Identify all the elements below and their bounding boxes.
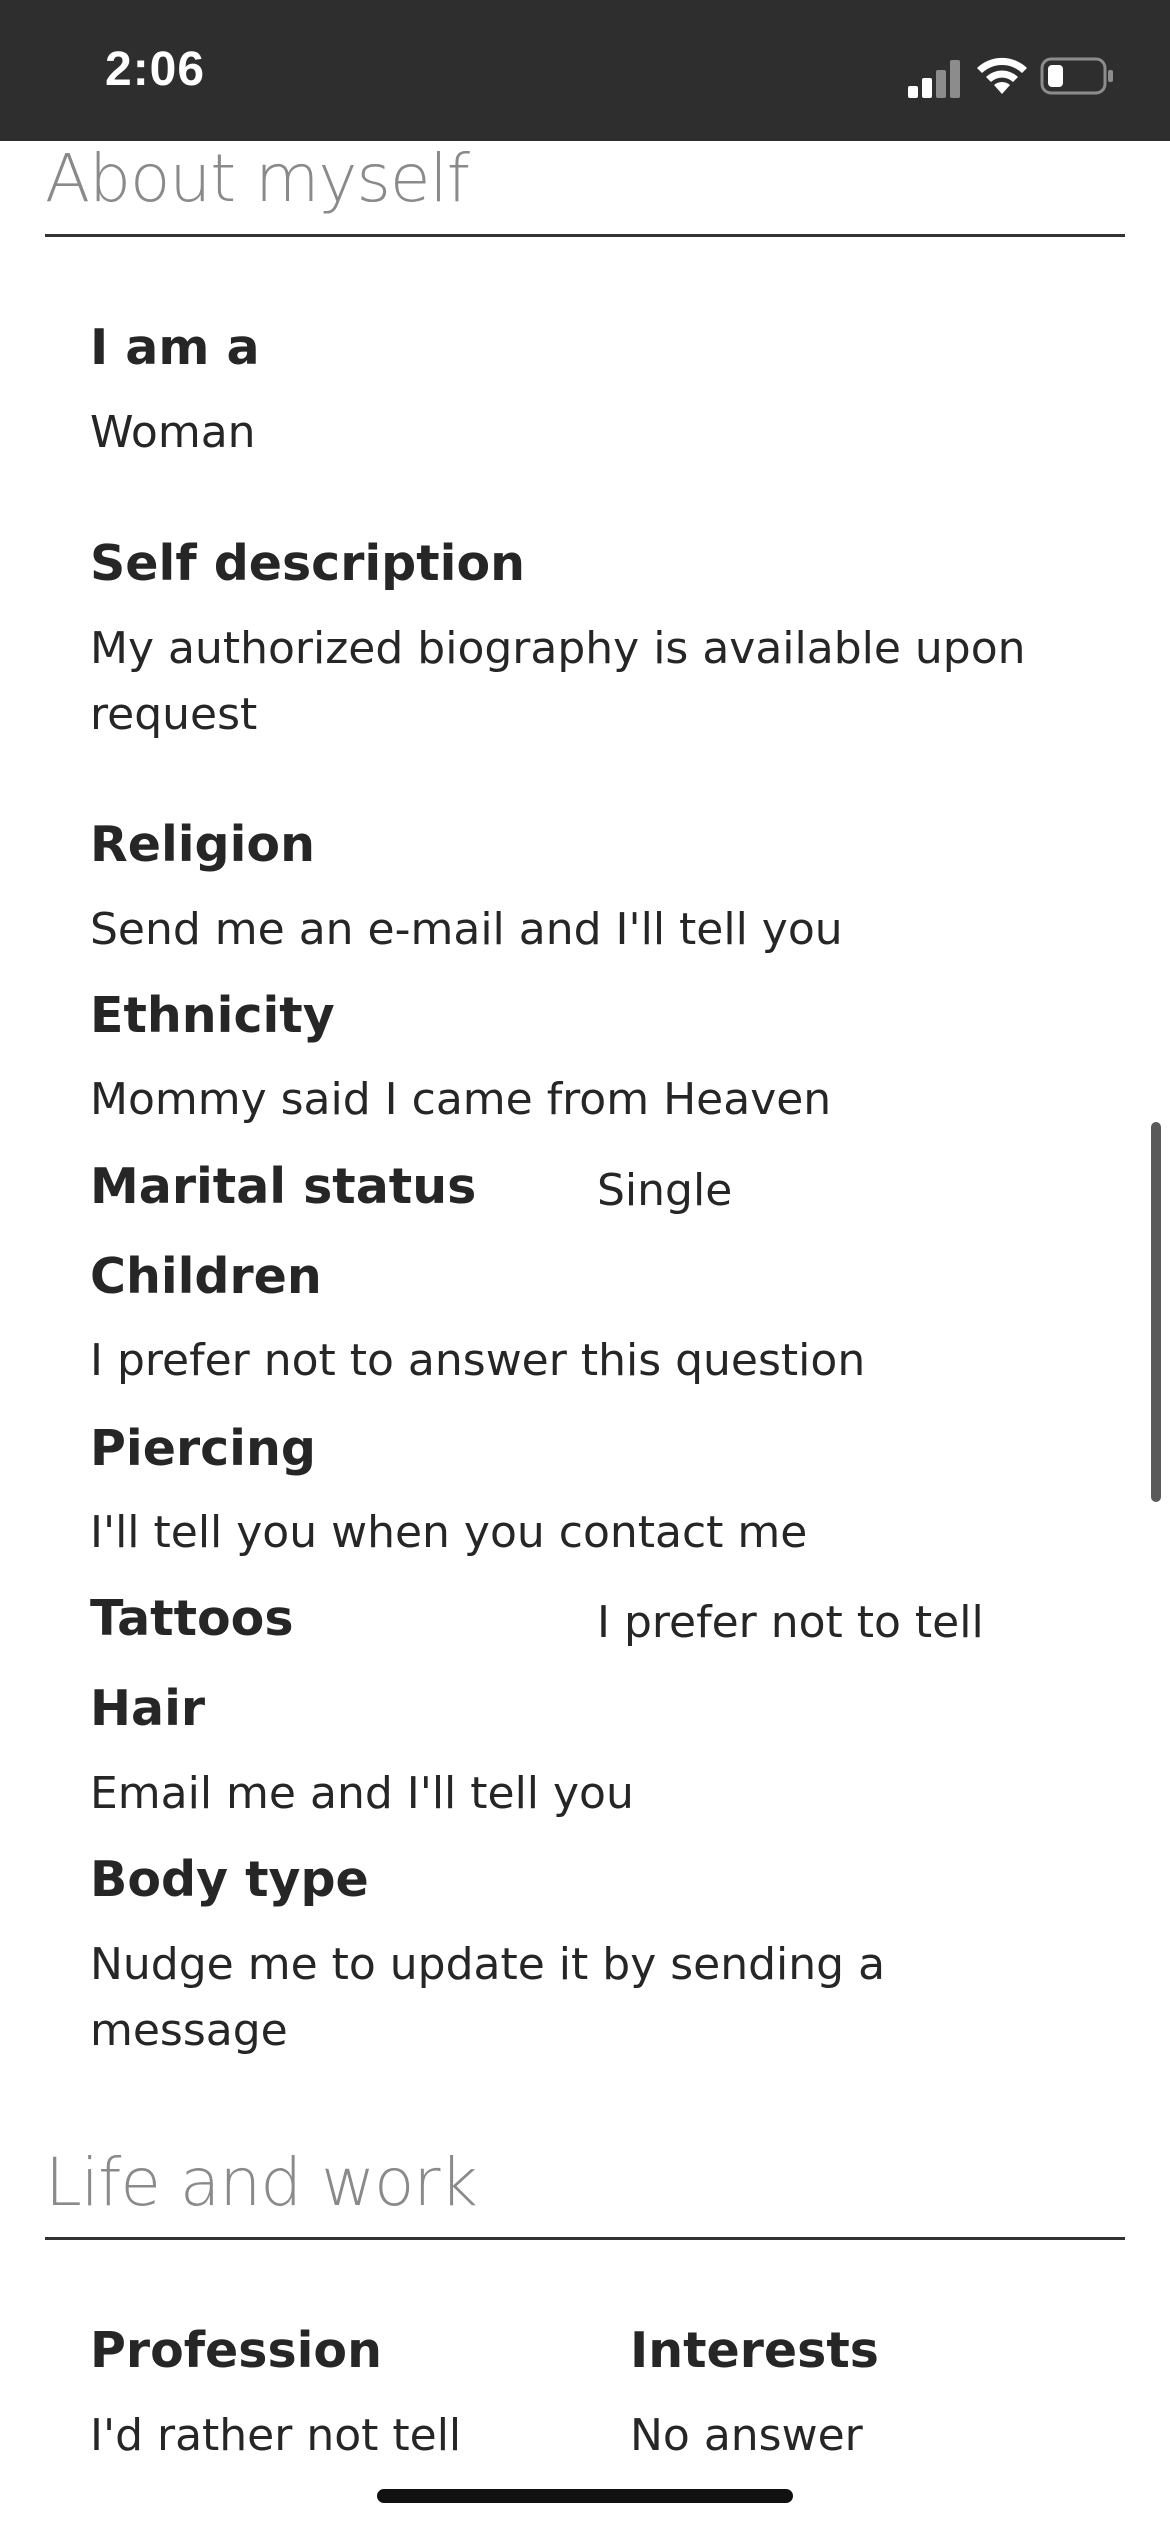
signal-icon (908, 60, 960, 98)
field-label-iam: I am a (90, 319, 260, 376)
field-label-body-type: Body type (90, 1851, 369, 1908)
field-label-piercing: Piercing (90, 1420, 316, 1477)
field-value-profession: I'd rather not tell (90, 2410, 462, 2461)
section-divider-life-and-work (45, 2237, 1125, 2240)
field-label-self-description: Self description (90, 535, 526, 592)
field-value-body-type: Nudge me to update it by sending a messa… (90, 1939, 886, 2056)
field-label-religion: Religion (90, 816, 315, 873)
field-value-religion: Send me an e-mail and I'll tell you (90, 904, 843, 955)
field-value-ethnicity: Mommy said I came from Heaven (90, 1074, 832, 1125)
field-label-hair: Hair (90, 1680, 206, 1737)
field-label-children: Children (90, 1248, 322, 1305)
status-bar: 2:06 (0, 0, 1170, 141)
field-value-piercing: I'll tell you when you contact me (90, 1507, 808, 1558)
field-value-iam: Woman (90, 407, 256, 458)
field-label-profession: Profession (90, 2322, 382, 2379)
field-label-tattoos: Tattoos (90, 1590, 294, 1647)
field-label-ethnicity: Ethnicity (90, 987, 335, 1044)
home-indicator[interactable] (377, 2489, 793, 2503)
field-value-children: I prefer not to answer this question (90, 1335, 866, 1386)
section-title-about: About myself (45, 140, 470, 217)
section-divider-about (45, 234, 1125, 237)
scrollbar[interactable] (1151, 1122, 1161, 1502)
field-value-tattoos: I prefer not to tell (597, 1597, 984, 1648)
field-value-interests: No answer (630, 2410, 863, 2461)
wifi-icon (977, 57, 1027, 94)
field-value-hair: Email me and I'll tell you (90, 1768, 634, 1819)
field-value-marital-status: Single (597, 1165, 733, 1216)
battery-icon (1040, 57, 1113, 95)
field-label-marital-status: Marital status (90, 1158, 477, 1215)
field-value-self-description: My authorized biography is available upo… (90, 623, 1026, 740)
field-label-interests: Interests (630, 2322, 879, 2379)
status-time: 2:06 (105, 43, 206, 96)
section-title-life-and-work: Life and work (45, 2144, 478, 2221)
